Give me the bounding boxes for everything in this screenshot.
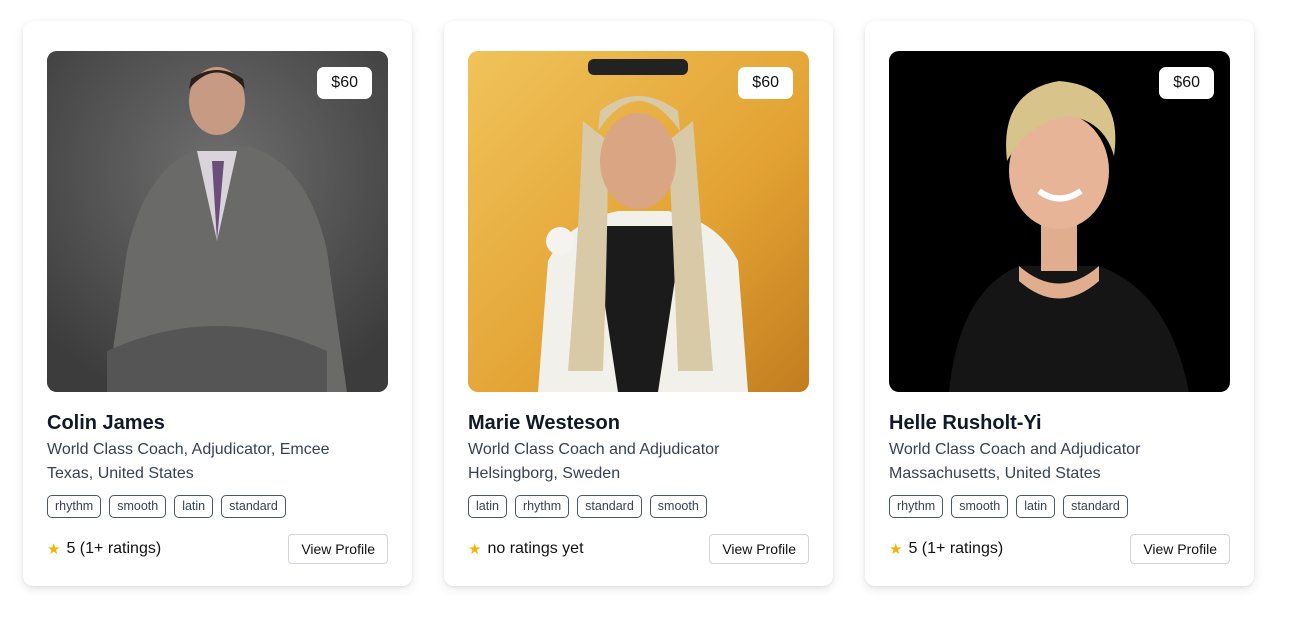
coach-photo-image	[468, 51, 809, 392]
coach-location: Helsingborg, Sweden	[468, 465, 621, 482]
style-tag: rhythm	[514, 495, 570, 518]
style-tag: rhythm	[889, 495, 944, 518]
coach-title: World Class Coach and Adjudicator	[889, 441, 1141, 458]
style-tag: smooth	[649, 495, 707, 518]
rating: ★ no ratings yet	[468, 540, 584, 558]
coach-card: $60 Helle Rusholt-Yi World Class Coach a…	[865, 21, 1254, 586]
coach-photo-image	[47, 51, 388, 392]
style-tag: smooth	[951, 495, 1009, 518]
coach-photo-image	[889, 51, 1230, 392]
style-tag: latin	[1016, 495, 1056, 518]
price-badge: $60	[738, 67, 793, 99]
view-profile-button[interactable]: View Profile	[709, 534, 809, 564]
coach-name: Marie Westeson	[468, 412, 620, 434]
view-profile-button[interactable]: View Profile	[1130, 534, 1230, 564]
card-footer: ★ no ratings yet View Profile	[468, 534, 809, 564]
star-icon: ★	[889, 541, 903, 558]
rating-text: 5 (1+ ratings)	[66, 540, 162, 557]
coach-location: Massachusetts, United States	[889, 465, 1101, 482]
star-icon: ★	[47, 541, 61, 558]
coach-name: Helle Rusholt-Yi	[889, 412, 1042, 434]
star-icon: ★	[468, 541, 482, 558]
style-tags: latin rhythm standard smooth	[468, 495, 809, 518]
coach-grid: $60 Colin James World Class Coach, Adjud…	[23, 21, 1254, 586]
rating-text: no ratings yet	[487, 540, 584, 557]
style-tag: latin	[174, 495, 214, 518]
card-footer: ★ 5 (1+ ratings) View Profile	[47, 534, 388, 564]
style-tag: standard	[221, 495, 286, 518]
style-tag: standard	[577, 495, 642, 518]
coach-card: $60 Marie Westeson World Class Coach and…	[444, 21, 833, 586]
coach-card: $60 Colin James World Class Coach, Adjud…	[23, 21, 412, 586]
style-tag: standard	[1063, 495, 1128, 518]
rating: ★ 5 (1+ ratings)	[47, 540, 161, 558]
style-tags: rhythm smooth latin standard	[889, 495, 1230, 518]
coach-photo[interactable]: $60	[47, 51, 388, 392]
rating-text: 5 (1+ ratings)	[908, 540, 1004, 557]
coach-title: World Class Coach and Adjudicator	[468, 441, 720, 458]
coach-name: Colin James	[47, 412, 165, 434]
style-tag: rhythm	[47, 495, 102, 518]
view-profile-button[interactable]: View Profile	[288, 534, 388, 564]
coach-photo[interactable]: $60	[889, 51, 1230, 392]
rating: ★ 5 (1+ ratings)	[889, 540, 1003, 558]
coach-photo[interactable]: $60	[468, 51, 809, 392]
coach-title: World Class Coach, Adjudicator, Emcee	[47, 441, 330, 458]
style-tags: rhythm smooth latin standard	[47, 495, 388, 518]
style-tag: latin	[468, 495, 507, 518]
price-badge: $60	[1159, 67, 1214, 99]
style-tag: smooth	[109, 495, 167, 518]
price-badge: $60	[317, 67, 372, 99]
coach-location: Texas, United States	[47, 465, 194, 482]
card-footer: ★ 5 (1+ ratings) View Profile	[889, 534, 1230, 564]
